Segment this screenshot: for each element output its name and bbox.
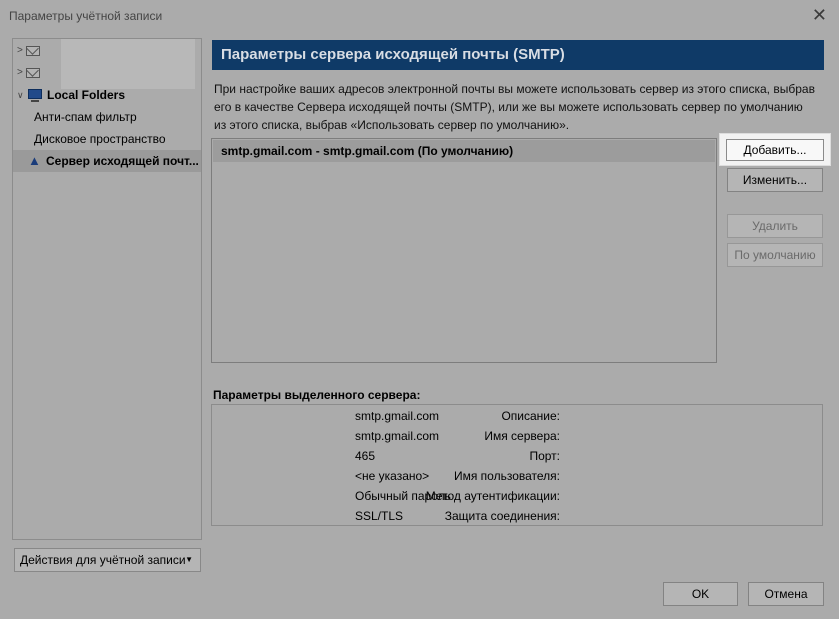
tree-item-spam[interactable]: Анти-спам фильтр	[13, 106, 201, 128]
chevron-right-icon[interactable]: >	[17, 62, 23, 84]
account-tree: > > ∨ Local Folders Анти-спам фильтр Дис…	[12, 38, 202, 540]
detail-row: Метод аутентификации: Обычный пароль	[212, 486, 822, 506]
chevron-right-icon[interactable]: >	[17, 40, 23, 62]
detail-value: <не указано>	[355, 469, 430, 483]
account-actions-label: Действия для учётной записи	[20, 553, 186, 567]
cancel-button[interactable]: Отмена	[748, 582, 824, 606]
smtp-description: При настройке ваших адресов электронной …	[214, 82, 815, 132]
smtp-server-list[interactable]: smtp.gmail.com - smtp.gmail.com (По умол…	[211, 138, 717, 363]
add-server-button[interactable]: Добавить...	[719, 133, 831, 166]
tree-item-outgoing-server[interactable]: ▲ Сервер исходящей почт...	[13, 150, 201, 172]
tree-item-disk-space[interactable]: Дисковое пространство	[13, 128, 201, 150]
close-icon[interactable]: ✕	[812, 5, 827, 25]
dropdown-arrow-icon: ▼	[185, 555, 193, 564]
detail-row: Описание: smtp.gmail.com	[212, 406, 822, 426]
edit-server-button[interactable]: Изменить...	[727, 168, 823, 192]
mail-account-icon	[26, 46, 40, 56]
chevron-down-icon[interactable]: ∨	[17, 84, 24, 106]
detail-value: smtp.gmail.com	[355, 409, 440, 423]
tree-item-label: Анти-спам фильтр	[34, 110, 137, 124]
server-list-row[interactable]: smtp.gmail.com - smtp.gmail.com (По умол…	[213, 140, 715, 162]
detail-row: Защита соединения: SSL/TLS	[212, 506, 822, 526]
detail-row: Имя сервера: smtp.gmail.com	[212, 426, 822, 446]
detail-row: Имя пользователя: <не указано>	[212, 466, 822, 486]
tree-item-label: Local Folders	[47, 88, 126, 102]
title-bar: Параметры учётной записи ✕	[0, 0, 839, 32]
tree-item-label: Дисковое пространство	[34, 132, 166, 146]
server-details: Описание: smtp.gmail.com Имя сервера: sm…	[211, 404, 823, 526]
set-default-button[interactable]: По умолчанию	[727, 243, 823, 267]
detail-value: SSL/TLS	[355, 509, 404, 523]
ok-button[interactable]: OK	[663, 582, 738, 606]
detail-key: Порт:	[529, 449, 560, 463]
account-actions-button[interactable]: Действия для учётной записи ▼	[14, 548, 201, 572]
tree-item-local-folders[interactable]: ∨ Local Folders	[13, 84, 201, 106]
detail-value: smtp.gmail.com	[355, 429, 440, 443]
outgoing-server-icon: ▲	[28, 153, 41, 168]
computer-icon	[28, 89, 42, 102]
add-button-label: Добавить...	[726, 139, 824, 161]
window-title: Параметры учётной записи	[9, 9, 163, 23]
smtp-header: Параметры сервера исходящей почты (SMTP)	[212, 40, 824, 70]
details-title: Параметры выделенного сервера:	[213, 388, 421, 402]
mail-account-icon	[26, 68, 40, 78]
detail-value: 465	[355, 449, 376, 463]
tree-item-label: Сервер исходящей почт...	[46, 154, 199, 168]
detail-row: Порт: 465	[212, 446, 822, 466]
tree-item-account-1[interactable]: >	[13, 40, 201, 62]
delete-server-button[interactable]: Удалить	[727, 214, 823, 238]
detail-value: Обычный пароль	[355, 489, 451, 503]
tree-item-account-2[interactable]: >	[13, 62, 201, 84]
